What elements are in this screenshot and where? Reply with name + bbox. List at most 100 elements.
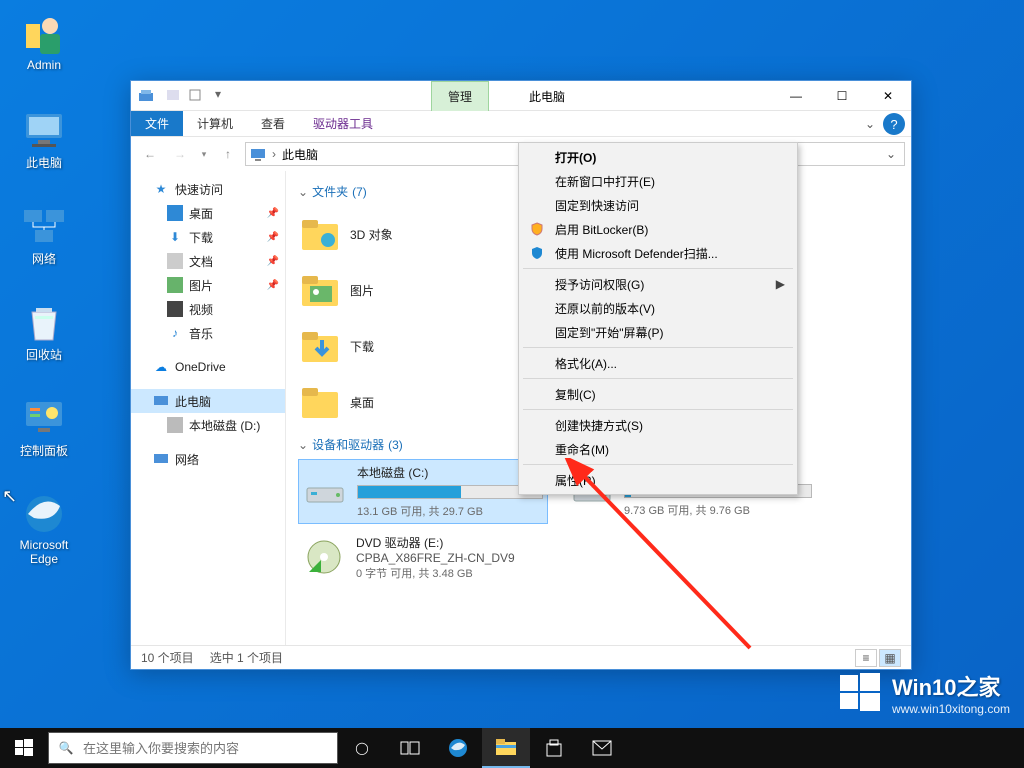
music-icon: ♪ [167,325,183,341]
menu-item[interactable]: 格式化(A)... [521,351,795,375]
menu-item[interactable]: 复制(C) [521,382,795,406]
star-icon: ★ [153,181,169,197]
menu-item[interactable]: 启用 BitLocker(B) [521,217,795,241]
menu-item[interactable]: 创建快捷方式(S) [521,413,795,437]
drive-name: 本地磁盘 (C:) [357,464,543,481]
menu-separator [523,268,793,269]
desktop-icon-label: 网络 [8,250,80,267]
menu-item[interactable]: 固定到快速访问 [521,193,795,217]
window-title: 此电脑 [517,81,577,111]
task-view-button[interactable] [386,728,434,768]
menu-item[interactable]: 固定到"开始"屏幕(P) [521,320,795,344]
desktop-icon-cp[interactable]: 控制面板 [8,396,80,459]
explorer-button[interactable] [482,728,530,768]
menu-item[interactable]: 授予访问权限(G) ▶ [521,272,795,296]
chevron-right-icon: › [272,147,276,161]
edge-button[interactable] [434,728,482,768]
menu-item-label: 还原以前的版本(V) [555,300,655,317]
nav-quick-access[interactable]: ★快速访问 [131,177,285,201]
dvd-drive[interactable]: DVD 驱动器 (E:) CPBA_X86FRE_ZH-CN_DV9 0 字节 … [298,530,558,585]
desktop-icon-edge[interactable]: Microsoft Edge [8,492,80,566]
search-input[interactable] [83,741,337,756]
manage-tab[interactable]: 管理 [431,81,489,111]
quick-access-toolbar: ▾ [161,81,231,110]
menu-item-label: 使用 Microsoft Defender扫描... [555,245,718,262]
submenu-arrow-icon: ▶ [776,277,785,291]
taskbar-search[interactable]: 🔍 [48,732,338,764]
tab-computer[interactable]: 计算机 [183,111,247,136]
folder-tile[interactable]: 图片 [298,262,528,318]
ribbon-chevron-icon[interactable]: ⌄ [857,111,883,136]
view-tiles-button[interactable]: ▦ [879,649,901,667]
download-icon: ⬇ [167,229,183,245]
nav-videos[interactable]: 视频 [131,297,285,321]
watermark: Win10之家 www.win10xitong.com [838,670,1010,716]
folder-tile[interactable]: 桌面 [298,374,528,430]
context-menu: 打开(O) 在新窗口中打开(E)固定到快速访问启用 BitLocker(B) 使用 … [518,142,798,495]
menu-item-label: 授予访问权限(G) [555,276,644,293]
qat-btn[interactable] [165,87,183,105]
net-icon [22,204,66,248]
start-button[interactable] [0,728,48,768]
pin-icon: 📌 [267,256,279,267]
drive-tile[interactable]: 本地磁盘 (C:) 13.1 GB 可用, 共 29.7 GB [298,459,548,524]
menu-item[interactable]: 重命名(M) [521,437,795,461]
folder-label: 桌面 [350,394,374,411]
qat-btn[interactable] [187,87,205,105]
folder-label: 图片 [350,282,374,299]
tab-view[interactable]: 查看 [247,111,299,136]
nav-local-d[interactable]: 本地磁盘 (D:) [131,413,285,437]
menu-item[interactable]: 打开(O) [521,145,795,169]
folder-tile[interactable]: 3D 对象 [298,206,528,262]
recent-dropdown-icon[interactable]: ▾ [197,141,211,167]
titlebar: ▾ 管理 此电脑 — ☐ ✕ [131,81,911,111]
nav-pictures[interactable]: 图片📌 [131,273,285,297]
nav-thispc[interactable]: 此电脑 [131,389,285,413]
menu-item[interactable]: 还原以前的版本(V) [521,296,795,320]
view-details-button[interactable]: ≡ [855,649,877,667]
menu-item[interactable]: 属性(R) [521,468,795,492]
close-button[interactable]: ✕ [865,81,911,110]
menu-separator [523,464,793,465]
dvd-name: DVD 驱动器 (E:) [356,534,554,551]
breadcrumb-dropdown-icon[interactable]: ⌄ [882,147,900,161]
status-bar: 10 个项目 选中 1 个项目 ≡ ▦ [131,645,911,669]
folder-label: 下载 [350,338,374,355]
menu-item[interactable]: 在新窗口中打开(E) [521,169,795,193]
nav-downloads[interactable]: ⬇下载📌 [131,225,285,249]
qat-dropdown-icon[interactable]: ▾ [209,87,227,105]
ribbon: 文件 计算机 查看 驱动器工具 ⌄ ? [131,111,911,137]
cloud-icon: ☁ [153,359,169,375]
nav-onedrive[interactable]: ☁OneDrive [131,355,285,379]
menu-item-label: 打开(O) [555,149,596,166]
up-button[interactable]: ↑ [215,141,241,167]
edge-icon [22,492,66,536]
nav-documents[interactable]: 文档📌 [131,249,285,273]
minimize-button[interactable]: — [773,81,819,110]
breadcrumb-text[interactable]: 此电脑 [282,146,318,163]
nav-network[interactable]: 网络 [131,447,285,471]
folder-tile[interactable]: 下载 [298,318,528,374]
menu-item[interactable]: 使用 Microsoft Defender扫描... [521,241,795,265]
desktop-icon-user[interactable]: Admin [8,12,80,72]
drive-cap: 13.1 GB 可用, 共 29.7 GB [357,503,543,519]
desktop-icon [167,205,183,221]
back-button[interactable]: ← [137,141,163,167]
desktop-icon-net[interactable]: 网络 [8,204,80,267]
nav-music[interactable]: ♪音乐 [131,321,285,345]
bin-icon [22,300,66,344]
pin-icon: 📌 [267,232,279,243]
help-icon[interactable]: ? [883,113,905,135]
forward-button[interactable]: → [167,141,193,167]
tab-drive-tools[interactable]: 驱动器工具 [299,111,387,136]
store-button[interactable] [530,728,578,768]
mail-button[interactable] [578,728,626,768]
desktop-icon-bin[interactable]: 回收站 [8,300,80,363]
desktop-icon-pc[interactable]: 此电脑 [8,108,80,171]
maximize-button[interactable]: ☐ [819,81,865,110]
cortana-button[interactable]: ◯ [338,728,386,768]
nav-desktop[interactable]: 桌面📌 [131,201,285,225]
windows-logo-icon [838,671,882,715]
picture-icon [167,277,183,293]
tab-file[interactable]: 文件 [131,111,183,136]
